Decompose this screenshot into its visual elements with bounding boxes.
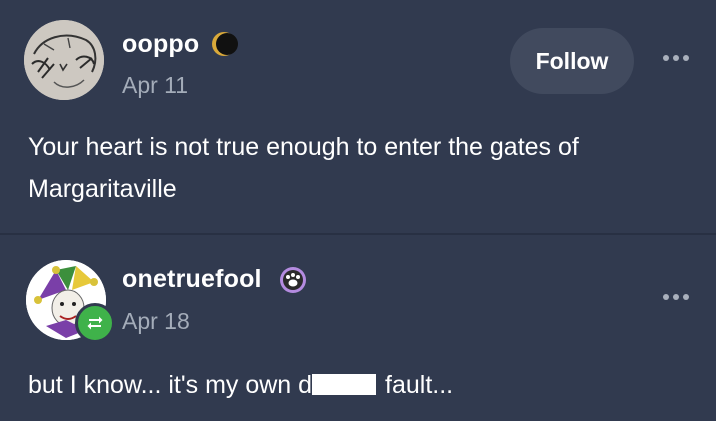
post-date[interactable]: Apr 11: [122, 72, 188, 99]
post-text: but I know... it's my own d fault...: [28, 364, 698, 406]
redaction-block: [312, 374, 377, 395]
post-text: Your heart is not true enough to enter t…: [28, 133, 579, 203]
crescent-moon-icon: [210, 30, 238, 58]
avatar[interactable]: [24, 20, 104, 100]
post-text-before: but I know... it's my own d: [28, 371, 313, 399]
post-1: ooppo Apr 11 Follow Your heart is not tr…: [0, 0, 716, 234]
more-options-icon[interactable]: [659, 285, 693, 309]
follow-button[interactable]: Follow: [510, 28, 634, 94]
username[interactable]: onetruefool: [122, 265, 262, 294]
more-options-icon[interactable]: [659, 46, 693, 70]
reblog-icon: [75, 303, 115, 343]
paw-badge-icon: [279, 266, 307, 294]
username[interactable]: ooppo: [122, 30, 199, 59]
divider: [0, 233, 716, 235]
post-text-after: fault...: [378, 371, 454, 399]
post-date[interactable]: Apr 18: [122, 308, 190, 335]
